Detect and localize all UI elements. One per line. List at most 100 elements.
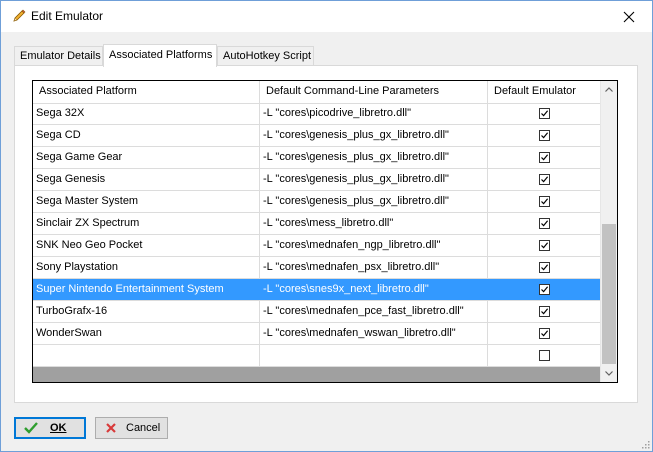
parameters-cell[interactable]: -L "cores\mess_libretro.dll" <box>260 213 488 234</box>
default-emulator-checkbox[interactable] <box>538 350 550 361</box>
default-emulator-cell <box>488 191 601 212</box>
table-row[interactable]: Sega Master System -L "cores\genesis_plus… <box>33 191 601 213</box>
table-row[interactable]: TurboGrafx-16 -L "cores\mednafen_pce_fast… <box>33 301 601 323</box>
parameters-cell[interactable]: -L "cores\mednafen_ngp_libretro.dll" <box>260 235 488 256</box>
close-button[interactable] <box>606 1 652 32</box>
scroll-up-button[interactable] <box>601 81 617 98</box>
default-emulator-checkbox[interactable] <box>538 218 550 229</box>
platform-cell[interactable]: WonderSwan <box>33 323 260 344</box>
default-emulator-checkbox[interactable] <box>538 196 550 207</box>
default-emulator-cell <box>488 301 601 322</box>
default-emulator-cell <box>488 345 601 366</box>
grid-rows: Sega 32X -L "cores\picodrive_libretro.dll… <box>33 103 601 367</box>
grid-header: Associated Platform Default Command-Line… <box>33 81 601 104</box>
default-emulator-cell <box>488 235 601 256</box>
default-emulator-checkbox[interactable] <box>538 262 550 273</box>
checkmark-icon <box>540 176 548 183</box>
default-emulator-cell <box>488 147 601 168</box>
parameters-cell[interactable]: -L "cores\genesis_plus_gx_libretro.dll" <box>260 191 488 212</box>
pencil-icon <box>11 8 27 24</box>
default-emulator-checkbox[interactable] <box>538 130 550 141</box>
checkmark-icon <box>540 132 548 139</box>
chevron-up-icon <box>605 87 613 92</box>
table-row[interactable]: WonderSwan -L "cores\mednafen_wswan_libre… <box>33 323 601 345</box>
default-emulator-cell <box>488 125 601 146</box>
table-row[interactable]: Sega CD -L "cores\genesis_plus_gx_libretr… <box>33 125 601 147</box>
cancel-button[interactable]: Cancel <box>95 417 168 439</box>
default-emulator-cell <box>488 213 601 234</box>
table-row[interactable]: Sony Playstation -L "cores\mednafen_psx_l… <box>33 257 601 279</box>
table-row[interactable]: Sega Genesis -L "cores\genesis_plus_gx_li… <box>33 169 601 191</box>
platform-cell[interactable]: SNK Neo Geo Pocket <box>33 235 260 256</box>
default-emulator-cell <box>488 169 601 190</box>
checkmark-icon <box>540 286 548 293</box>
edit-emulator-dialog: Edit Emulator Emulator Details Associate… <box>0 0 653 452</box>
table-row[interactable]: Super Nintendo Entertainment System -L "c… <box>33 279 601 301</box>
default-emulator-checkbox[interactable] <box>538 328 550 339</box>
parameters-cell[interactable]: -L "cores\mednafen_wswan_libretro.dll" <box>260 323 488 344</box>
checkmark-icon <box>24 421 38 435</box>
parameters-cell[interactable]: -L "cores\snes9x_next_libretro.dll" <box>260 279 488 300</box>
scroll-thumb[interactable] <box>602 224 616 364</box>
checkmark-icon <box>540 330 548 337</box>
grid-empty-area <box>33 367 601 382</box>
tab-autohotkey-script[interactable]: AutoHotkey Script <box>217 46 314 65</box>
checkmark-icon <box>540 154 548 161</box>
platform-cell[interactable]: Sinclair ZX Spectrum <box>33 213 260 234</box>
table-row[interactable]: SNK Neo Geo Pocket -L "cores\mednafen_ngp… <box>33 235 601 257</box>
close-icon <box>623 11 635 22</box>
parameters-cell[interactable]: -L "cores\genesis_plus_gx_libretro.dll" <box>260 169 488 190</box>
platforms-grid[interactable]: Associated Platform Default Command-Line… <box>32 80 618 383</box>
resize-grip-icon[interactable] <box>640 439 650 449</box>
platform-cell[interactable]: Sega Master System <box>33 191 260 212</box>
checkmark-icon <box>540 264 548 271</box>
checkmark-icon <box>540 220 548 227</box>
default-emulator-cell <box>488 257 601 278</box>
default-emulator-cell <box>488 279 601 300</box>
table-row[interactable]: Sega 32X -L "cores\picodrive_libretro.dll… <box>33 103 601 125</box>
column-header-parameters[interactable]: Default Command-Line Parameters <box>260 81 488 103</box>
default-emulator-checkbox[interactable] <box>538 240 550 251</box>
checkmark-icon <box>540 110 548 117</box>
tab-emulator-details[interactable]: Emulator Details <box>14 46 103 65</box>
platform-cell[interactable]: Sony Playstation <box>33 257 260 278</box>
ok-button-label: OK <box>50 422 67 434</box>
chevron-down-icon <box>605 371 613 376</box>
platform-cell[interactable]: TurboGrafx-16 <box>33 301 260 322</box>
parameters-cell[interactable]: -L "cores\mednafen_pce_fast_libretro.dll… <box>260 301 488 322</box>
parameters-cell[interactable]: -L "cores\genesis_plus_gx_libretro.dll" <box>260 147 488 168</box>
default-emulator-checkbox[interactable] <box>538 108 550 119</box>
scroll-down-button[interactable] <box>601 365 617 382</box>
checkmark-icon <box>540 198 548 205</box>
platform-cell[interactable] <box>33 345 260 366</box>
table-row[interactable]: Sinclair ZX Spectrum -L "cores\mess_libre… <box>33 213 601 235</box>
platform-cell[interactable]: Sega Game Gear <box>33 147 260 168</box>
title-bar: Edit Emulator <box>1 1 652 32</box>
platform-cell[interactable]: Sega CD <box>33 125 260 146</box>
ok-button[interactable]: OK <box>14 417 86 439</box>
parameters-cell[interactable] <box>260 345 488 366</box>
associated-platforms-panel: Associated Platform Default Command-Line… <box>14 65 638 403</box>
table-row[interactable] <box>33 345 601 367</box>
parameters-cell[interactable]: -L "cores\genesis_plus_gx_libretro.dll" <box>260 125 488 146</box>
table-row[interactable]: Sega Game Gear -L "cores\genesis_plus_gx_… <box>33 147 601 169</box>
window-title: Edit Emulator <box>31 9 104 23</box>
parameters-cell[interactable]: -L "cores\mednafen_psx_libretro.dll" <box>260 257 488 278</box>
parameters-cell[interactable]: -L "cores\picodrive_libretro.dll" <box>260 103 488 124</box>
default-emulator-cell <box>488 323 601 344</box>
default-emulator-checkbox[interactable] <box>538 306 550 317</box>
vertical-scrollbar[interactable] <box>600 81 617 382</box>
cancel-button-label: Cancel <box>126 422 161 434</box>
default-emulator-checkbox[interactable] <box>538 152 550 163</box>
platform-cell[interactable]: Sega 32X <box>33 103 260 124</box>
default-emulator-cell <box>488 103 601 124</box>
platform-cell[interactable]: Sega Genesis <box>33 169 260 190</box>
default-emulator-checkbox[interactable] <box>538 174 550 185</box>
tab-associated-platforms[interactable]: Associated Platforms <box>103 44 217 67</box>
checkmark-icon <box>540 308 548 315</box>
platform-cell[interactable]: Super Nintendo Entertainment System <box>33 279 260 300</box>
column-header-default-emulator[interactable]: Default Emulator <box>488 81 601 103</box>
cancel-x-icon <box>104 421 118 435</box>
column-header-platform[interactable]: Associated Platform <box>33 81 260 103</box>
default-emulator-checkbox[interactable] <box>538 284 550 295</box>
